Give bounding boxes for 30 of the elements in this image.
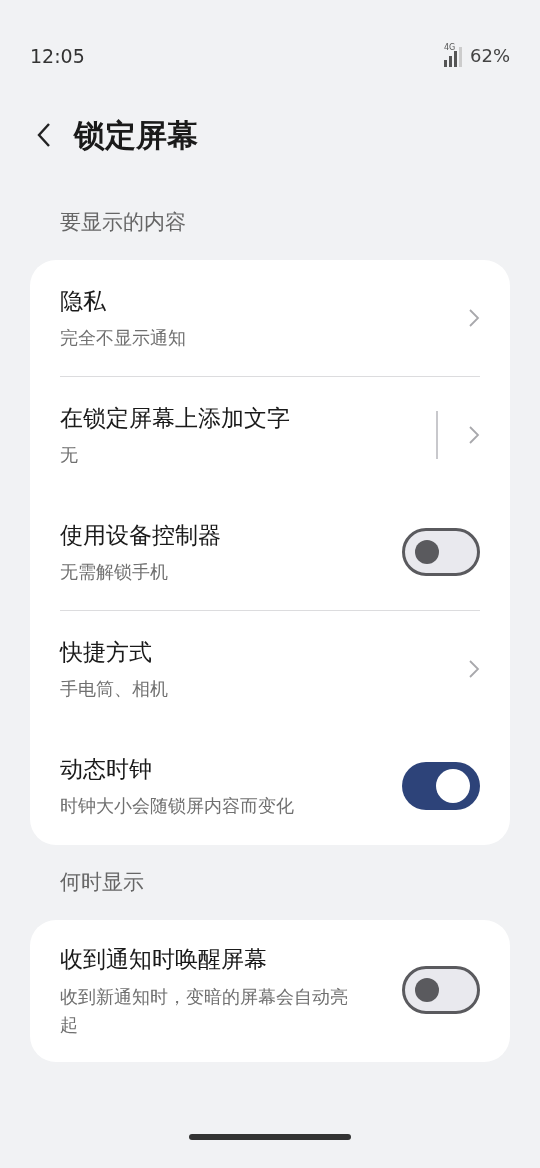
page-title: 锁定屏幕: [74, 115, 198, 155]
settings-row[interactable]: 收到通知时唤醒屏幕 收到新通知时，变暗的屏幕会自动亮起: [60, 920, 480, 1062]
chevron-right-icon: [468, 425, 480, 445]
status-time: 12:05: [30, 44, 85, 69]
section-header: 何时显示: [60, 868, 144, 896]
row-title: 动态时钟: [60, 754, 153, 784]
settings-row[interactable]: 使用设备控制器 无需解锁手机: [60, 494, 480, 611]
section-header: 要显示的内容: [60, 208, 186, 236]
row-subtitle: 收到新通知时，变暗的屏幕会自动亮起: [60, 984, 349, 1037]
row-subtitle: 无: [60, 443, 79, 468]
toggle-switch[interactable]: [402, 762, 480, 810]
row-subtitle: 时钟大小会随锁屏内容而变化: [60, 794, 295, 819]
toggle-switch[interactable]: [402, 528, 480, 576]
row-subtitle: 完全不显示通知: [60, 326, 187, 351]
battery-percent: 62%: [470, 44, 510, 68]
settings-row[interactable]: 在锁定屏幕上添加文字 无: [60, 377, 480, 494]
row-title: 收到通知时唤醒屏幕: [60, 945, 268, 974]
row-subtitle: 无需解锁手机: [60, 560, 169, 585]
settings-row[interactable]: 隐私 完全不显示通知: [60, 260, 480, 377]
settings-row[interactable]: 动态时钟 时钟大小会随锁屏内容而变化: [60, 728, 480, 845]
row-title: 使用设备控制器: [60, 520, 222, 550]
row-subtitle: 手电筒、相机: [60, 677, 169, 702]
back-icon[interactable]: [36, 121, 52, 149]
settings-row[interactable]: 快捷方式 手电筒、相机: [60, 611, 480, 728]
chevron-right-icon: [468, 659, 480, 679]
chevron-right-icon: [468, 308, 480, 328]
row-title: 快捷方式: [60, 637, 153, 667]
toggle-switch[interactable]: [402, 966, 480, 1015]
row-title: 在锁定屏幕上添加文字: [60, 403, 291, 433]
row-title: 隐私: [60, 286, 107, 316]
